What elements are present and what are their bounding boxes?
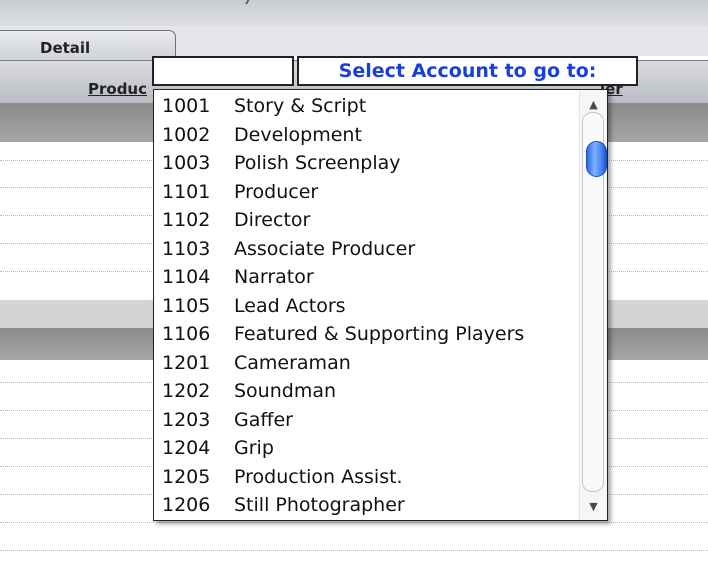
account-name: Polish Screenplay bbox=[234, 152, 401, 174]
account-code: 1104 bbox=[162, 266, 211, 288]
account-option[interactable]: 1003 Polish Screenplay bbox=[162, 149, 401, 177]
account-option[interactable]: 1106 Featured & Supporting Players bbox=[162, 320, 524, 348]
account-code: 1205 bbox=[162, 465, 211, 488]
account-code: 1002 bbox=[162, 123, 211, 146]
account-code: 1201 bbox=[162, 351, 211, 374]
account-dropdown-list[interactable]: 1001 Story & Script 1002 Development 1003 Pol… bbox=[153, 89, 608, 521]
account-code: 1203 bbox=[162, 408, 211, 431]
account-option[interactable]: 1204 Grip bbox=[162, 434, 274, 462]
account-option[interactable]: 1105 Lead Actors bbox=[162, 292, 346, 320]
account-code: 1103 bbox=[162, 237, 211, 260]
account-option[interactable]: 1202 Soundman bbox=[162, 377, 336, 405]
account-name: Gaffer bbox=[234, 408, 293, 431]
account-code: 1003 bbox=[162, 152, 211, 174]
account-code: 1102 bbox=[162, 209, 211, 231]
column-header-left[interactable]: Produc bbox=[88, 80, 147, 98]
account-option[interactable]: 1206 Still Photographer bbox=[162, 491, 405, 519]
account-option[interactable]: 1103 Associate Producer bbox=[162, 235, 415, 263]
dropdown-scrollbar[interactable]: ▲ ▼ bbox=[579, 90, 607, 520]
account-option[interactable]: 1101 Producer bbox=[162, 178, 318, 206]
account-code: 1106 bbox=[162, 323, 211, 345]
account-name: Associate Producer bbox=[234, 237, 416, 260]
select-account-label: Select Account to go to: bbox=[297, 56, 638, 86]
account-name: Still Photographer bbox=[234, 494, 405, 516]
account-name: Soundman bbox=[234, 380, 337, 402]
account-name: Production Assist. bbox=[234, 465, 403, 488]
account-name: Producer bbox=[234, 180, 319, 203]
account-name: Grip bbox=[234, 437, 274, 459]
account-name: Development bbox=[234, 123, 362, 146]
account-code: 1001 bbox=[162, 95, 211, 117]
account-option[interactable]: 1201 Cameraman bbox=[162, 349, 351, 377]
account-name: Story & Script bbox=[234, 95, 367, 117]
account-code: 1206 bbox=[162, 494, 211, 516]
account-code: 1105 bbox=[162, 294, 211, 317]
account-option[interactable]: 1102 Director bbox=[162, 206, 310, 234]
account-option[interactable]: 1001 Story & Script bbox=[162, 92, 366, 120]
tab-detail-label: Detail bbox=[40, 39, 91, 57]
account-option[interactable]: 1104 Narrator bbox=[162, 263, 314, 291]
account-code: 1101 bbox=[162, 180, 211, 203]
account-option[interactable]: 1203 Gaffer bbox=[162, 406, 293, 434]
row-divider bbox=[0, 522, 708, 523]
row-divider bbox=[0, 550, 708, 551]
top-toolbar bbox=[0, 0, 708, 27]
clipped-glyph bbox=[245, 0, 265, 4]
account-name: Director bbox=[234, 209, 311, 231]
tab-detail[interactable]: Detail bbox=[0, 30, 176, 60]
account-name: Narrator bbox=[234, 266, 314, 288]
account-option[interactable]: 1002 Development bbox=[162, 121, 362, 149]
scroll-down-arrow-icon[interactable]: ▼ bbox=[580, 496, 607, 518]
scroll-thumb[interactable] bbox=[586, 140, 607, 177]
scroll-track[interactable] bbox=[582, 112, 607, 492]
account-name: Lead Actors bbox=[234, 294, 346, 317]
account-code: 1204 bbox=[162, 437, 211, 459]
account-search-input[interactable] bbox=[152, 56, 294, 86]
account-name: Featured & Supporting Players bbox=[234, 323, 525, 345]
account-code: 1202 bbox=[162, 380, 211, 402]
account-option[interactable]: 1205 Production Assist. bbox=[162, 463, 403, 491]
account-name: Cameraman bbox=[234, 351, 351, 374]
